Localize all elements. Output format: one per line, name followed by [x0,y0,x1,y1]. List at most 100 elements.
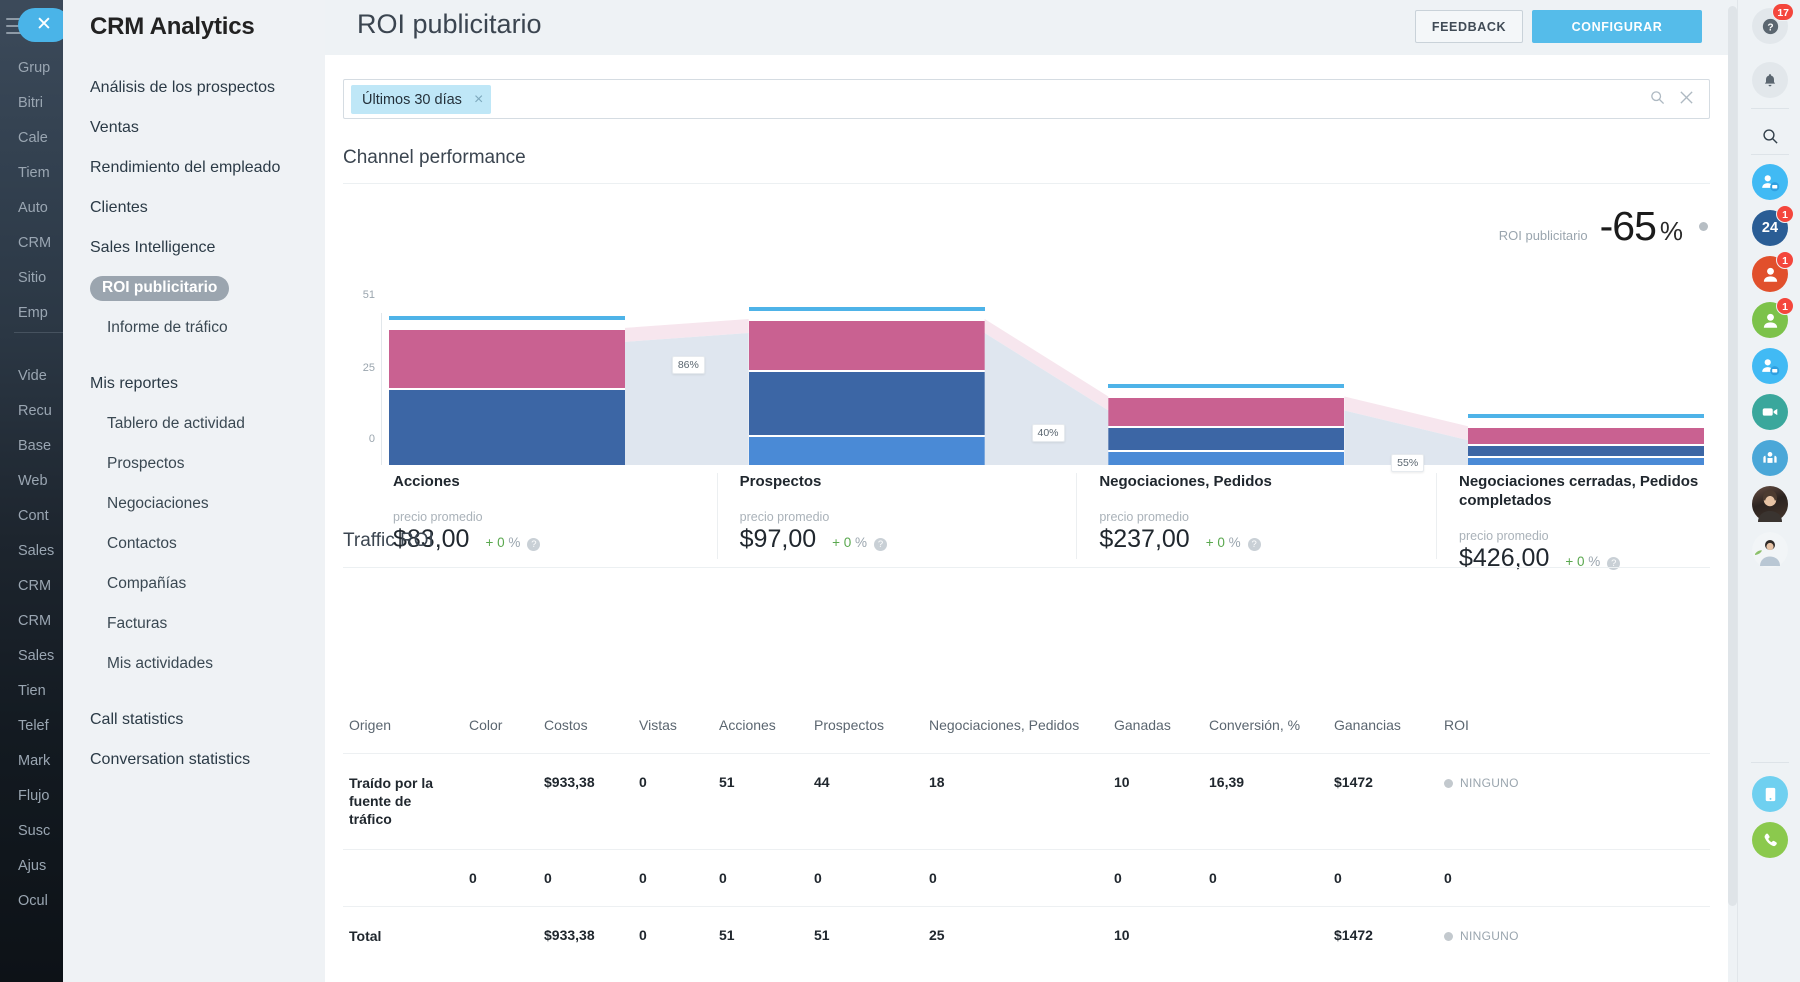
counter-24-icon[interactable]: 24 1 [1752,210,1788,246]
mobile-app-icon[interactable] [1752,776,1788,812]
funnel-stage[interactable] [1468,295,1704,465]
crm-activity-icon[interactable] [1752,164,1788,200]
configurar-button[interactable]: CONFIGURAR [1532,10,1702,43]
sidebar-item-label: Mis reportes [90,375,178,393]
funnel-segment-mid[interactable] [389,390,625,465]
table-column-header[interactable]: Negociaciones, Pedidos [923,695,1108,754]
feedback-button[interactable]: FEEDBACK [1415,10,1523,43]
funnel-segment-upper[interactable] [1108,398,1344,426]
sidebar-item-tablero-de-actividad[interactable]: Tablero de actividad [63,407,325,447]
table-column-header[interactable]: Prospectos [808,695,923,754]
table-column-header[interactable]: Ganadas [1108,695,1203,754]
stage-metric-card: Negociaciones cerradas, Pedidos completa… [1436,473,1702,559]
stage-metric-card: Negociaciones, Pedidosprecio promedio$23… [1076,473,1342,559]
funnel-stage[interactable] [389,295,625,465]
analytics-menu[interactable]: Análisis de los prospectosVentasRendimie… [63,71,325,783]
table-row[interactable]: Traído por la fuente de tráfico$933,3805… [343,754,1710,850]
sidebar-item-prospectos[interactable]: Prospectos [63,447,325,487]
sidebar-item-sales-intelligence[interactable]: Sales Intelligence [63,231,325,271]
funnel-segment-upper[interactable] [1468,428,1704,444]
table-column-header[interactable]: Origen [343,695,463,754]
filter-chip-date-range[interactable]: Últimos 30 días × [351,85,491,114]
funnel-stages[interactable]: 86%40%55% [389,295,1710,465]
sidebar-item-an-lisis-de-los-prospectos[interactable]: Análisis de los prospectos [63,71,325,111]
funnel-chart: 0 25 51 86%40%55% [343,265,1710,465]
funnel-segment-mid[interactable] [1108,428,1344,450]
help-icon[interactable]: ? 17 [1752,8,1788,44]
roi-status-dot [1699,222,1708,231]
funnel-segment-mid[interactable] [749,372,985,436]
sidebar-item-contactos[interactable]: Contactos [63,527,325,567]
sidebar-item-rendimiento-del-empleado[interactable]: Rendimiento del empleado [63,151,325,191]
crm-mail-icon[interactable] [1752,348,1788,384]
funnel-stage[interactable] [749,295,985,465]
funnel-cap-line [389,316,625,320]
sidebar-item-informe-de-tr-fico[interactable]: Informe de tráfico [63,311,325,351]
crm-analytics-flyout: CRM Analytics Análisis de los prospectos… [63,0,325,982]
search-icon[interactable] [1752,118,1788,154]
info-icon[interactable]: ? [527,538,540,551]
funnel-stage[interactable] [1108,295,1344,465]
status-dot-icon [1444,932,1453,941]
table-column-header[interactable]: Conversión, % [1203,695,1328,754]
y-tick-0: 0 [343,433,375,445]
table-column-header[interactable]: ROI [1438,695,1710,754]
sidebar-item-mis-actividades[interactable]: Mis actividades [63,647,325,687]
table-column-header[interactable]: Color [463,695,538,754]
phone-call-icon[interactable] [1752,822,1788,858]
traffic-roi-title: Traffic ROI [343,530,434,552]
table-cell: 0 [1203,849,1328,906]
table-cell: Total [343,906,463,965]
employees-icon[interactable]: 1 [1752,302,1788,338]
filter-bar[interactable]: Últimos 30 días × [343,79,1710,119]
sidebar-item-negociaciones[interactable]: Negociaciones [63,487,325,527]
funnel-segment-mid[interactable] [1468,446,1704,456]
sidebar-item-conversation-statistics[interactable]: Conversation statistics [63,743,325,783]
roi-readout-unit: % [1660,216,1683,247]
funnel-segment-lower[interactable] [1108,452,1344,465]
stage-card-subtitle: precio promedio [393,510,637,524]
funnel-segment-lower[interactable] [1468,458,1704,465]
sidebar-item-roi-publicitario[interactable]: ROI publicitario [63,271,325,311]
sidebar-item-label: Facturas [107,615,167,633]
clear-filter-icon[interactable] [1679,90,1694,110]
video-call-icon[interactable] [1752,394,1788,430]
sidebar-item-mis-reportes[interactable]: Mis reportes [63,367,325,407]
table-cell: 0 [633,849,713,906]
table-row[interactable]: Total$933,38051512510$1472NINGUNO [343,906,1710,965]
support-hands-icon[interactable] [1752,440,1788,476]
sidebar-item-call-statistics[interactable]: Call statistics [63,703,325,743]
info-icon[interactable]: ? [874,538,887,551]
table-cell: 0 [713,849,808,906]
table-cell: 18 [923,754,1108,850]
table-row[interactable]: 0000000000 [343,849,1710,906]
svg-text:?: ? [1767,22,1773,33]
funnel-segment-lower[interactable] [749,437,985,465]
search-icon[interactable] [1650,90,1665,110]
stage-card-title: Negociaciones cerradas, Pedidos completa… [1459,473,1702,511]
sidebar-item-facturas[interactable]: Facturas [63,607,325,647]
funnel-segment-upper[interactable] [389,330,625,388]
table-column-header[interactable]: Vistas [633,695,713,754]
contacts-icon[interactable]: 1 [1752,256,1788,292]
filter-chip-remove-icon[interactable]: × [474,91,483,109]
table-cell: $1472 [1328,906,1438,965]
stage-card-subtitle: precio promedio [1099,510,1342,524]
table-column-header[interactable]: Costos [538,695,633,754]
table-column-header[interactable]: Acciones [713,695,808,754]
page-scrollbar[interactable] [1728,6,1737,906]
app-left-rail[interactable]: GrupBitriCaleTiemAutoCRMSitioEmpVideRecu… [0,0,70,982]
sidebar-item-clientes[interactable]: Clientes [63,191,325,231]
notifications-bell-icon[interactable] [1752,62,1788,98]
table-cell: 16,39 [1203,754,1328,850]
stage-card-price: $426,00 [1459,544,1549,573]
avatar[interactable] [1752,532,1788,568]
table-cell: 51 [808,906,923,965]
sidebar-item-ventas[interactable]: Ventas [63,111,325,151]
avatar[interactable] [1752,486,1788,522]
info-icon[interactable]: ? [1248,538,1261,551]
funnel-segment-upper[interactable] [749,321,985,370]
sidebar-item-compa-as[interactable]: Compañías [63,567,325,607]
table-column-header[interactable]: Ganancias [1328,695,1438,754]
contacts-badge: 1 [1776,251,1794,269]
